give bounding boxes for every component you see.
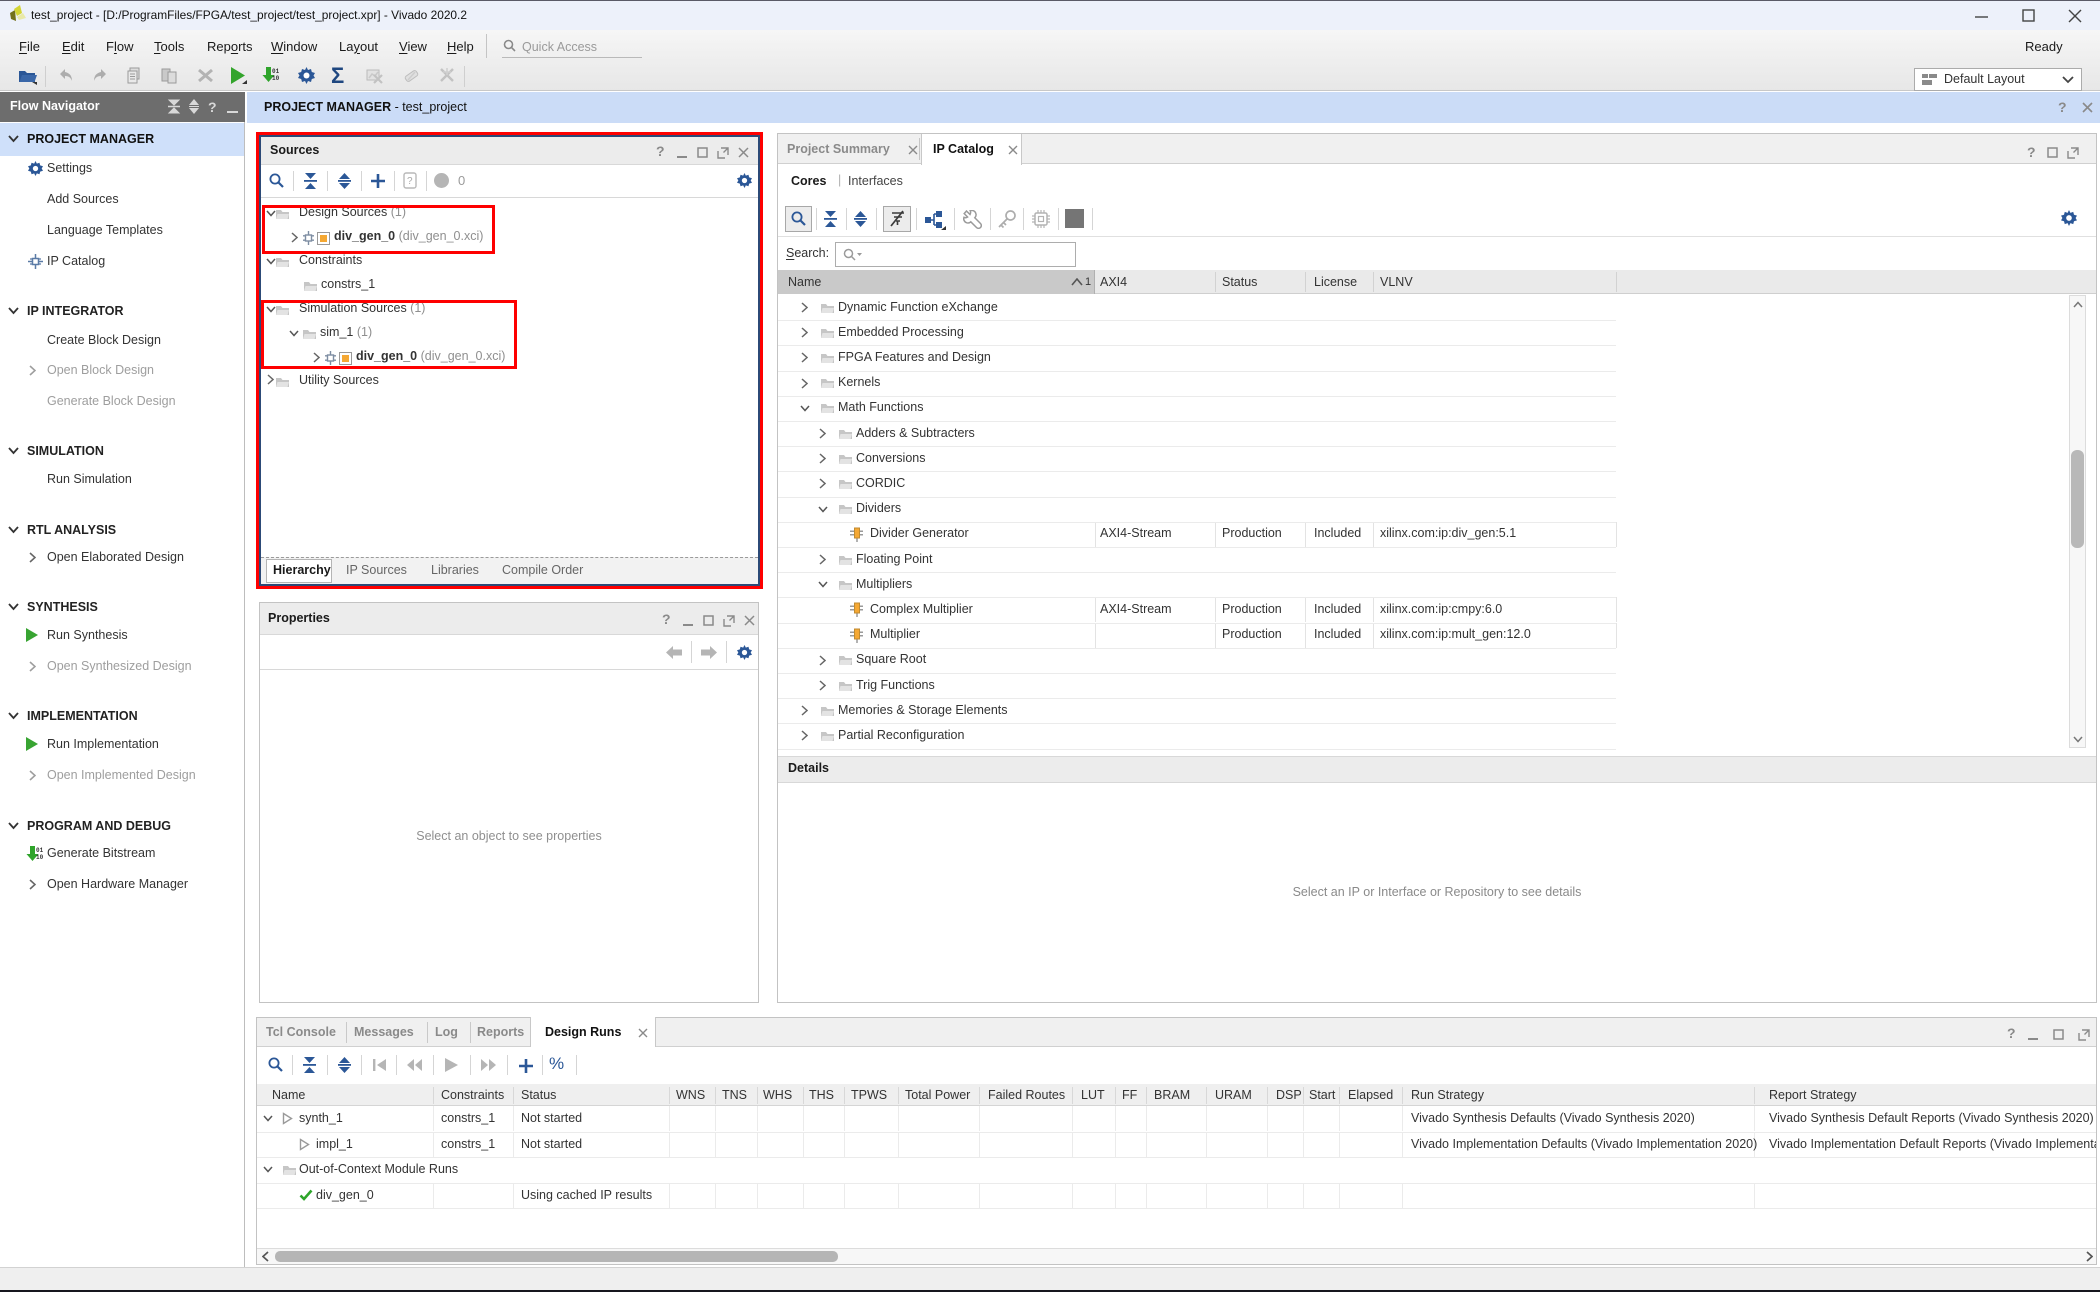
svg-text:10: 10 xyxy=(36,854,44,861)
svg-text:01: 01 xyxy=(272,68,280,75)
svg-text:?: ? xyxy=(208,99,217,114)
svg-text:10: 10 xyxy=(272,75,280,82)
svg-text:01: 01 xyxy=(36,847,44,854)
